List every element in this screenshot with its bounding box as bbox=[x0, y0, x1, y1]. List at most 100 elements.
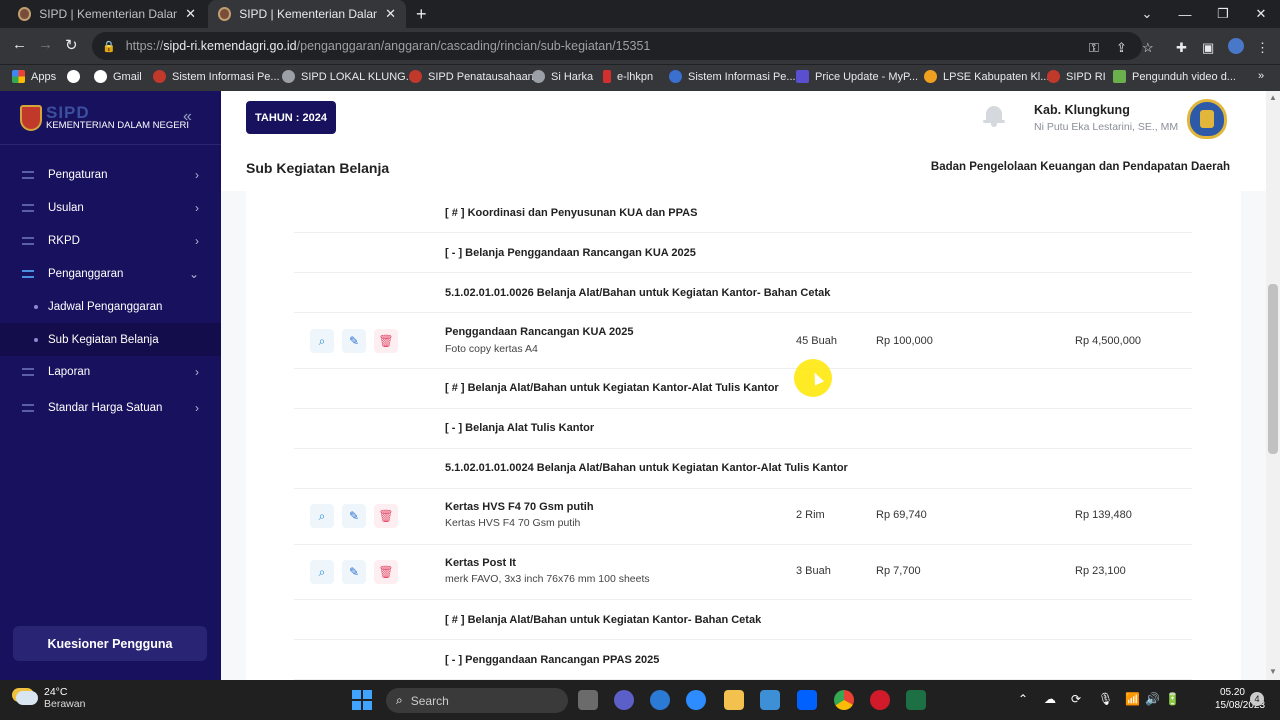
bookmark-google[interactable] bbox=[67, 70, 86, 83]
menu-penganggaran[interactable]: Penganggaran ⌄ bbox=[0, 257, 221, 290]
region-emblem-icon[interactable] bbox=[1187, 99, 1227, 139]
system-clock[interactable]: 05.20 15/08/2023 bbox=[1215, 686, 1265, 712]
store-icon[interactable] bbox=[760, 690, 780, 710]
chrome-icon[interactable] bbox=[834, 690, 854, 710]
kuesioner-button[interactable]: Kuesioner Pengguna bbox=[13, 626, 207, 661]
submenu-jadwal-penganggaran[interactable]: Jadwal Penganggaran bbox=[0, 290, 221, 323]
bookmark-item[interactable]: Sistem Informasi Pe... bbox=[153, 70, 280, 83]
rincian-table: [ # ] Koordinasi dan Penyusunan KUA dan … bbox=[246, 191, 1241, 680]
url-host: sipd-ri.kemendagri.go.id bbox=[163, 39, 297, 53]
delete-icon[interactable]: 🗑 bbox=[374, 504, 398, 528]
bookmark-gmail[interactable]: Gmail bbox=[94, 70, 142, 83]
year-badge[interactable]: TAHUN : 2024 bbox=[246, 101, 336, 134]
bookmark-item[interactable]: Si Harka bbox=[532, 70, 593, 83]
battery-icon[interactable]: 🔋 bbox=[1165, 692, 1180, 706]
table-row-group: [ # ] Belanja Alat/Bahan untuk Kegiatan … bbox=[294, 369, 1192, 409]
sipd-logo[interactable]: SIPD KEMENTERIAN DALAM NEGERI bbox=[20, 103, 195, 139]
menu-usulan[interactable]: Usulan › bbox=[0, 191, 221, 224]
search-icon[interactable]: ⌕ bbox=[310, 560, 334, 584]
menu-icon[interactable]: ⋮ bbox=[1256, 40, 1269, 56]
share-icon[interactable]: ⇪ bbox=[1116, 40, 1127, 56]
bookmark-item[interactable]: e-lhkpn bbox=[603, 70, 653, 83]
bookmark-apps[interactable]: Apps bbox=[12, 70, 56, 83]
teams-icon[interactable] bbox=[614, 690, 634, 710]
tab-search-icon[interactable]: ⌄ bbox=[1128, 0, 1166, 28]
bookmark-item[interactable]: Price Update - MyP... bbox=[796, 70, 918, 83]
region-name: Kab. Klungkung bbox=[1034, 103, 1130, 117]
table-row-group: [ - ] Penggandaan Rancangan PPAS 2025 bbox=[294, 640, 1192, 680]
bullet-icon bbox=[34, 304, 38, 309]
bookmark-item[interactable]: SIPD Penatausahaan bbox=[409, 70, 534, 83]
forward-icon[interactable]: → bbox=[38, 36, 53, 53]
extensions-icon[interactable]: ✚ bbox=[1176, 40, 1187, 56]
search-icon[interactable]: ⌕ bbox=[310, 504, 334, 528]
close-window-icon[interactable]: ✕ bbox=[1242, 0, 1280, 28]
submenu-sub-kegiatan-belanja[interactable]: Sub Kegiatan Belanja bbox=[0, 323, 221, 356]
browser-tab-active[interactable]: SIPD | Kementerian Dalam Negeri ✕ bbox=[208, 0, 406, 28]
key-icon[interactable]: ⚿ bbox=[1089, 40, 1099, 56]
new-tab-icon[interactable]: + bbox=[416, 4, 427, 25]
delete-icon[interactable]: 🗑 bbox=[374, 560, 398, 584]
wifi-icon[interactable]: 📶 bbox=[1125, 692, 1140, 706]
bookmark-item[interactable]: SIPD RI bbox=[1047, 70, 1106, 83]
bookmark-item[interactable]: Pengunduh video d... bbox=[1113, 70, 1236, 83]
file-explorer-icon[interactable] bbox=[724, 690, 744, 710]
scroll-up-icon[interactable]: ▲ bbox=[1269, 93, 1277, 102]
close-tab-icon[interactable]: ✕ bbox=[385, 6, 396, 22]
excel-icon[interactable] bbox=[906, 690, 926, 710]
more-bookmarks-icon[interactable]: » bbox=[1258, 70, 1264, 82]
scroll-thumb[interactable] bbox=[1268, 284, 1278, 454]
menu-icon bbox=[22, 403, 34, 412]
bell-icon[interactable] bbox=[983, 104, 1005, 128]
menu-laporan[interactable]: Laporan › bbox=[0, 355, 221, 388]
star-icon[interactable]: ☆ bbox=[1142, 40, 1154, 56]
menu-rkpd[interactable]: RKPD › bbox=[0, 224, 221, 257]
lhkpn-icon bbox=[603, 70, 611, 83]
menu-pengaturan[interactable]: Pengaturan › bbox=[0, 158, 221, 191]
reload-icon[interactable]: ↻ bbox=[65, 36, 78, 54]
page-scrollbar[interactable]: ▲ ▼ bbox=[1266, 91, 1280, 680]
search-icon[interactable]: ⌕ bbox=[310, 329, 334, 353]
chevron-right-icon: › bbox=[195, 200, 199, 215]
microphone-icon[interactable]: 🎙 bbox=[1098, 692, 1113, 706]
sidepanel-icon[interactable]: ▣ bbox=[1202, 40, 1214, 56]
page-header: TAHUN : 2024 Kab. Klungkung Ni Putu Eka … bbox=[221, 91, 1266, 191]
url-field[interactable]: 🔒 https://sipd-ri.kemendagri.go.id/penga… bbox=[92, 32, 1142, 60]
zoom-icon[interactable] bbox=[686, 690, 706, 710]
bookmark-item[interactable]: Sistem Informasi Pe... bbox=[669, 70, 796, 83]
edit-icon[interactable]: ✎ bbox=[342, 329, 366, 353]
delete-icon[interactable]: 🗑 bbox=[374, 329, 398, 353]
collapse-sidebar-icon[interactable]: « bbox=[183, 108, 192, 126]
myp-icon bbox=[796, 70, 809, 83]
task-view-icon[interactable] bbox=[578, 690, 598, 710]
taskbar-search[interactable]: ⌕ Search bbox=[386, 688, 568, 713]
edge-icon[interactable] bbox=[650, 690, 670, 710]
edit-icon[interactable]: ✎ bbox=[342, 504, 366, 528]
chevron-up-icon[interactable]: ⌃ bbox=[1018, 692, 1028, 706]
sync-icon[interactable]: ⟳ bbox=[1071, 692, 1081, 706]
edit-icon[interactable]: ✎ bbox=[342, 560, 366, 584]
close-tab-icon[interactable]: ✕ bbox=[185, 6, 196, 22]
bookmark-item[interactable]: SIPD LOKAL KLUNG... bbox=[282, 70, 415, 83]
bookmark-item[interactable]: LPSE Kabupaten Kl... bbox=[924, 70, 1049, 83]
weather-widget[interactable]: 24°C Berawan bbox=[16, 686, 85, 710]
profile-avatar[interactable] bbox=[1228, 38, 1244, 54]
restore-icon[interactable]: ❐ bbox=[1204, 0, 1242, 28]
opera-icon[interactable] bbox=[870, 690, 890, 710]
volume-icon[interactable]: 🔊 bbox=[1145, 692, 1160, 706]
onedrive-icon[interactable]: ☁ bbox=[1044, 692, 1056, 706]
back-icon[interactable]: ← bbox=[12, 36, 27, 53]
chevron-right-icon: › bbox=[195, 167, 199, 182]
browser-tab[interactable]: SIPD | Kementerian Dalam Negeri ✕ bbox=[8, 0, 206, 28]
clock-time: 05.20 bbox=[1219, 687, 1245, 698]
chevron-right-icon: › bbox=[195, 400, 199, 415]
tab-title: SIPD | Kementerian Dalam Negeri bbox=[39, 7, 177, 21]
notification-badge[interactable]: 4 bbox=[1250, 692, 1264, 706]
windows-start-icon[interactable] bbox=[352, 690, 372, 710]
apps-icon bbox=[12, 70, 25, 83]
minimize-icon[interactable]: — bbox=[1166, 0, 1204, 28]
scroll-down-icon[interactable]: ▼ bbox=[1269, 667, 1277, 676]
dropbox-icon[interactable] bbox=[797, 690, 817, 710]
menu-icon bbox=[22, 367, 34, 376]
menu-standar-harga-satuan[interactable]: Standar Harga Satuan › bbox=[0, 391, 221, 424]
